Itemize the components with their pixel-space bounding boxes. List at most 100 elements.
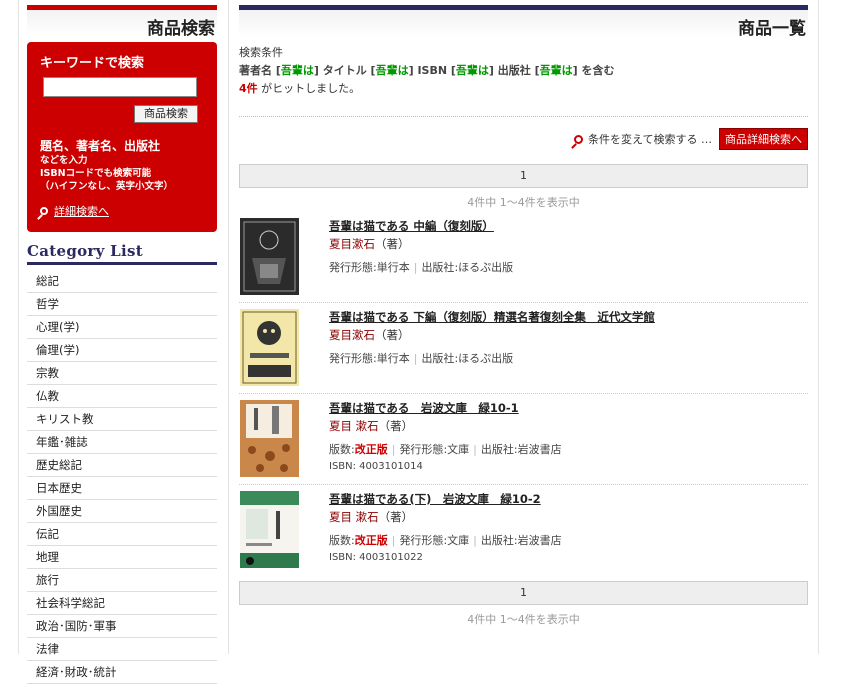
category-item[interactable]: 宗教 bbox=[27, 362, 217, 385]
category-list: 総記 哲学 心理(学) 倫理(学) 宗教 仏教 キリスト教 年鑑･雑誌 歴史総記 日本歴史 外国歴史… bbox=[27, 270, 217, 684]
magnifier-icon bbox=[40, 207, 48, 215]
category-item[interactable]: 地理 bbox=[27, 546, 217, 569]
page-link[interactable]: 1 bbox=[520, 586, 527, 599]
category-list-title: Category List bbox=[27, 242, 217, 265]
product-author-line: 夏目漱石（著） bbox=[329, 327, 655, 343]
author-link[interactable]: 夏目漱石 bbox=[329, 328, 375, 342]
sidebar-title: 商品検索 bbox=[27, 10, 217, 39]
search-hint-main: 題名、著者名、出版社 bbox=[40, 139, 161, 153]
condition-suffix: を含む bbox=[581, 64, 615, 77]
product-author-line: 夏目 漱石（著） bbox=[329, 418, 562, 434]
category-item[interactable]: 政治･国防･軍事 bbox=[27, 615, 217, 638]
category-item[interactable]: 旅行 bbox=[27, 569, 217, 592]
meta-label: 発行形態 bbox=[329, 352, 373, 365]
category-item[interactable]: 日本歴史 bbox=[27, 477, 217, 500]
product-search-button[interactable]: 商品検索 bbox=[134, 105, 198, 123]
meta-label: 版数 bbox=[329, 534, 351, 547]
condition-field: 出版社 bbox=[497, 64, 531, 77]
meta-label: 発行形態 bbox=[399, 534, 444, 547]
product-info: 吾輩は猫である 岩波文庫 緑10-1 夏目 漱石（著） 版数:改正版 | 発行形態:文庫… bbox=[329, 400, 562, 472]
product-title-link[interactable]: 吾輩は猫である 下編（復刻版）精選名著復刻全集 近代文学館 bbox=[329, 309, 655, 325]
search-actions-row: 条件を変えて検索する … 商品詳細検索へ bbox=[239, 116, 808, 150]
author-link[interactable]: 夏目 漱石 bbox=[329, 510, 379, 524]
author-role: （著） bbox=[375, 237, 410, 251]
main-content: 商品一覧 検索条件 著者名 [吾輩は] タイトル [吾輩は] ISBN [吾輩は… bbox=[239, 5, 808, 627]
meta-value: ほるぷ出版 bbox=[458, 352, 514, 365]
author-link[interactable]: 夏目漱石 bbox=[329, 237, 375, 251]
category-item[interactable]: 倫理(学) bbox=[27, 339, 217, 362]
search-hint-line: などを入力 bbox=[40, 155, 88, 166]
category-item[interactable]: キリスト教 bbox=[27, 408, 217, 431]
product-isbn: ISBN: 4003101022 bbox=[329, 552, 423, 563]
product-meta: 発行形態:単行本 | 出版社:ほるぷ出版 bbox=[329, 261, 514, 274]
meta-separator: | bbox=[413, 352, 418, 365]
page-title: 商品一覧 bbox=[239, 10, 808, 39]
meta-label: 出版社 bbox=[421, 352, 455, 365]
category-item[interactable]: 哲学 bbox=[27, 293, 217, 316]
condition-field: 著者名 bbox=[239, 64, 272, 77]
keyword-search-title: キーワードで検索 bbox=[40, 56, 145, 71]
meta-label: 版数 bbox=[329, 443, 351, 456]
meta-label: 出版社 bbox=[480, 534, 514, 547]
sidebar: 商品検索 キーワードで検索 商品検索 題名、著者名、出版社 などを入力 ISBN… bbox=[27, 5, 217, 684]
frame-line-right bbox=[818, 0, 819, 654]
hit-count: 4件 bbox=[239, 82, 258, 95]
hit-summary: 4件 がヒットしました。 bbox=[239, 80, 808, 96]
frame-line-left bbox=[18, 0, 19, 654]
detail-search-button[interactable]: 商品詳細検索へ bbox=[719, 128, 808, 150]
author-role: （著） bbox=[375, 328, 410, 342]
product-info: 吾輩は猫である(下) 岩波文庫 緑10-2 夏目 漱石（著） 版数:改正版 | 発行形態… bbox=[329, 491, 562, 563]
pagination-bottom: 1 bbox=[239, 581, 808, 605]
book-cover-image[interactable] bbox=[240, 491, 299, 568]
search-hint-line: ISBNコードでも検索可能 bbox=[40, 168, 152, 179]
product-item: 吾輩は猫である 中編（復刻版） 夏目漱石（著） 発行形態:単行本 | 出版社:ほるぷ出版 bbox=[239, 212, 808, 302]
magnifier-icon bbox=[574, 134, 584, 144]
condition-field: タイトル bbox=[322, 64, 367, 77]
product-item: 吾輩は猫である 下編（復刻版）精選名著復刻全集 近代文学館 夏目漱石（著） 発行形態… bbox=[239, 302, 808, 393]
showing-count: 4件中 1～4件を表示中 bbox=[467, 196, 580, 209]
meta-value: 単行本 bbox=[376, 261, 410, 274]
showing-count-bottom: 4件中 1～4件を表示中 bbox=[467, 613, 580, 626]
category-item[interactable]: 経済･財政･統計 bbox=[27, 661, 217, 684]
meta-value: 文庫 bbox=[447, 443, 470, 456]
book-cover-image[interactable] bbox=[240, 309, 299, 386]
condition-field: ISBN bbox=[417, 64, 448, 77]
change-search-link[interactable]: 条件を変えて検索する … bbox=[588, 133, 712, 146]
category-item[interactable]: 年鑑･雑誌 bbox=[27, 431, 217, 454]
product-meta: 発行形態:単行本 | 出版社:ほるぷ出版 bbox=[329, 352, 514, 365]
book-cover-image[interactable] bbox=[240, 218, 299, 295]
category-item[interactable]: 総記 bbox=[27, 270, 217, 293]
page-link[interactable]: 1 bbox=[520, 169, 527, 182]
product-author-line: 夏目漱石（著） bbox=[329, 236, 513, 252]
product-author-line: 夏目 漱石（著） bbox=[329, 509, 562, 525]
product-title-link[interactable]: 吾輩は猫である 岩波文庫 緑10-1 bbox=[329, 400, 562, 416]
meta-value: 文庫 bbox=[447, 534, 470, 547]
category-item[interactable]: 社会科学総記 bbox=[27, 592, 217, 615]
condition-keyword: 吾輩は bbox=[539, 64, 573, 77]
product-meta: 版数:改正版 | 発行形態:文庫 | 出版社:岩波書店 bbox=[329, 534, 562, 547]
meta-value: 改正版 bbox=[354, 534, 388, 547]
meta-separator: | bbox=[413, 261, 418, 274]
advanced-search-link[interactable]: 詳細検索へ bbox=[40, 203, 205, 219]
keyword-search-input[interactable] bbox=[43, 77, 197, 97]
search-hint-line: （ハイフンなし、英字小文字） bbox=[40, 181, 174, 192]
category-item[interactable]: 仏教 bbox=[27, 385, 217, 408]
meta-value: 単行本 bbox=[376, 352, 410, 365]
author-link[interactable]: 夏目 漱石 bbox=[329, 419, 379, 433]
book-cover-image[interactable] bbox=[240, 400, 299, 477]
meta-value: 岩波書店 bbox=[517, 443, 562, 456]
product-title-link[interactable]: 吾輩は猫である(下) 岩波文庫 緑10-2 bbox=[329, 491, 562, 507]
product-info: 吾輩は猫である 中編（復刻版） 夏目漱石（著） 発行形態:単行本 | 出版社:ほるぷ出版 bbox=[329, 218, 513, 275]
category-item[interactable]: 法律 bbox=[27, 638, 217, 661]
product-list: 吾輩は猫である 中編（復刻版） 夏目漱石（著） 発行形態:単行本 | 出版社:ほるぷ出版… bbox=[239, 212, 808, 575]
meta-value: ほるぷ出版 bbox=[458, 261, 514, 274]
meta-value: 岩波書店 bbox=[517, 534, 562, 547]
category-item[interactable]: 伝記 bbox=[27, 523, 217, 546]
product-meta: 版数:改正版 | 発行形態:文庫 | 出版社:岩波書店 bbox=[329, 443, 562, 456]
category-item[interactable]: 外国歴史 bbox=[27, 500, 217, 523]
keyword-search-box: キーワードで検索 商品検索 題名、著者名、出版社 などを入力 ISBNコードでも… bbox=[27, 42, 217, 232]
category-item[interactable]: 歴史総記 bbox=[27, 454, 217, 477]
frame-line-middle bbox=[228, 0, 229, 654]
product-title-link[interactable]: 吾輩は猫である 中編（復刻版） bbox=[329, 218, 513, 234]
category-item[interactable]: 心理(学) bbox=[27, 316, 217, 339]
